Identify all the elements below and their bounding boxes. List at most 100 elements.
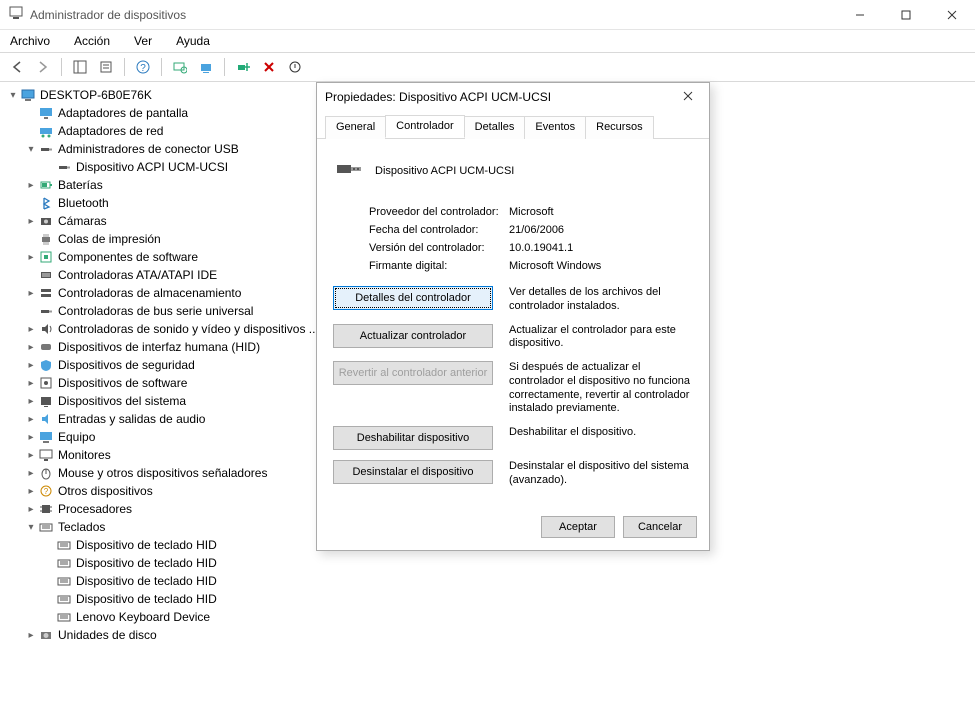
expander-none (42, 592, 56, 606)
chevron-right-icon[interactable]: ▸ (24, 286, 38, 300)
chevron-right-icon[interactable]: ▸ (24, 178, 38, 192)
chevron-down-icon[interactable]: ▾ (6, 88, 20, 102)
tree-item-label: Controladoras ATA/ATAPI IDE (58, 268, 217, 282)
tree-item-label: Adaptadores de pantalla (58, 106, 188, 120)
usb-icon (56, 159, 72, 175)
tree-item-label: Componentes de software (58, 250, 198, 264)
system-icon (38, 393, 54, 409)
action-button[interactable]: Deshabilitar dispositivo (333, 426, 493, 450)
camera-icon (38, 213, 54, 229)
monitor-icon (38, 447, 54, 463)
tree-item-label: Colas de impresión (58, 232, 161, 246)
driver-action-row: Deshabilitar dispositivo Deshabilitar el … (333, 426, 693, 450)
update-driver-icon[interactable] (195, 56, 217, 78)
chevron-right-icon[interactable]: ▸ (24, 466, 38, 480)
svg-text:?: ? (44, 487, 49, 496)
cancel-button[interactable]: Cancelar (623, 516, 697, 538)
tab-general[interactable]: General (325, 116, 386, 139)
menu-ayuda[interactable]: Ayuda (170, 32, 216, 50)
menubar: Archivo Acción Ver Ayuda (0, 30, 975, 53)
tree-item-label: Controladoras de bus serie universal (58, 304, 253, 318)
chevron-right-icon[interactable]: ▸ (24, 340, 38, 354)
action-button[interactable]: Desinstalar el dispositivo (333, 460, 493, 484)
tab-recursos[interactable]: Recursos (585, 116, 653, 139)
back-icon[interactable] (6, 56, 28, 78)
tab-controlador-body: Dispositivo ACPI UCM-UCSI Proveedor del … (317, 139, 709, 508)
app-icon (8, 5, 24, 24)
tree-item-label: Dispositivo de teclado HID (76, 574, 217, 588)
tab-detalles[interactable]: Detalles (464, 116, 526, 139)
action-description: Deshabilitar el dispositivo. (509, 426, 693, 440)
cpu-icon (38, 501, 54, 517)
add-legacy-hardware-icon[interactable] (232, 56, 254, 78)
keyboard-icon (56, 573, 72, 589)
forward-icon[interactable] (32, 56, 54, 78)
minimize-button[interactable] (837, 0, 883, 29)
driver-action-row: Revertir al controlador anteriorSi despu… (333, 361, 693, 416)
dialog-titlebar: Propiedades: Dispositivo ACPI UCM-UCSI (317, 83, 709, 111)
chevron-right-icon[interactable]: ▸ (24, 214, 38, 228)
chevron-right-icon[interactable]: ▸ (24, 448, 38, 462)
dialog-close-button[interactable] (675, 90, 701, 104)
scan-hardware-icon[interactable] (169, 56, 191, 78)
tree-item[interactable]: Dispositivo de teclado HID (0, 572, 975, 590)
tree-item[interactable]: Dispositivo de teclado HID (0, 554, 975, 572)
chevron-right-icon[interactable]: ▸ (24, 412, 38, 426)
chevron-right-icon[interactable]: ▸ (24, 430, 38, 444)
keyboard-icon (56, 591, 72, 607)
tab-eventos[interactable]: Eventos (524, 116, 586, 139)
chevron-down-icon[interactable]: ▾ (24, 142, 38, 156)
usb-icon (38, 141, 54, 157)
maximize-button[interactable] (883, 0, 929, 29)
chevron-right-icon[interactable]: ▸ (24, 376, 38, 390)
disk-icon (38, 627, 54, 643)
ata-icon (38, 267, 54, 283)
chevron-right-icon[interactable]: ▸ (24, 484, 38, 498)
tree-item[interactable]: Lenovo Keyboard Device (0, 608, 975, 626)
disable-icon[interactable] (284, 56, 306, 78)
chevron-right-icon[interactable]: ▸ (24, 628, 38, 642)
chevron-down-icon[interactable]: ▾ (24, 520, 38, 534)
chevron-right-icon[interactable]: ▸ (24, 250, 38, 264)
close-button[interactable] (929, 0, 975, 29)
tree-item-label: Controladoras de sonido y vídeo y dispos… (58, 322, 319, 336)
tree-item[interactable]: Dispositivo de teclado HID (0, 590, 975, 608)
chevron-right-icon[interactable]: ▸ (24, 502, 38, 516)
uninstall-icon[interactable] (258, 56, 280, 78)
driver-info-row: Versión del controlador:10.0.19041.1 (369, 242, 693, 254)
tree-item-label: Lenovo Keyboard Device (76, 610, 210, 624)
info-label: Fecha del controlador: (369, 224, 509, 236)
tree-item-label: Dispositivos de software (58, 376, 187, 390)
chevron-right-icon[interactable]: ▸ (24, 394, 38, 408)
tree-item[interactable]: ▸ Unidades de disco (0, 626, 975, 644)
chevron-right-icon[interactable]: ▸ (24, 322, 38, 336)
tree-item-label: Otros dispositivos (58, 484, 153, 498)
tree-item-label: Equipo (58, 430, 95, 444)
menu-accion[interactable]: Acción (68, 32, 116, 50)
info-value: 21/06/2006 (509, 224, 564, 236)
tree-item-label: Unidades de disco (58, 628, 157, 642)
usb-connector-icon (333, 153, 365, 188)
action-button[interactable]: Actualizar controlador (333, 324, 493, 348)
tab-controlador[interactable]: Controlador (385, 115, 464, 138)
computer-icon (20, 87, 36, 103)
tree-item-label: Procesadores (58, 502, 132, 516)
action-button[interactable]: Detalles del controlador (333, 286, 493, 310)
expander-none (24, 304, 38, 318)
menu-ver[interactable]: Ver (128, 32, 158, 50)
help-icon[interactable]: ? (132, 56, 154, 78)
expander-none (42, 556, 56, 570)
tree-item-label: Entradas y salidas de audio (58, 412, 205, 426)
driver-action-row: Detalles del controladorVer detalles de … (333, 286, 693, 314)
show-hide-console-tree-icon[interactable] (69, 56, 91, 78)
driver-action-row: Actualizar controlador Actualizar el cont… (333, 324, 693, 352)
action-description: Actualizar el controlador para este disp… (509, 324, 693, 352)
properties-icon[interactable] (95, 56, 117, 78)
chevron-right-icon[interactable]: ▸ (24, 358, 38, 372)
tree-item-label: Mouse y otros dispositivos señaladores (58, 466, 267, 480)
usb-icon (38, 303, 54, 319)
mouse-icon (38, 465, 54, 481)
ok-button[interactable]: Aceptar (541, 516, 615, 538)
menu-archivo[interactable]: Archivo (4, 32, 56, 50)
info-value: Microsoft (509, 206, 554, 218)
